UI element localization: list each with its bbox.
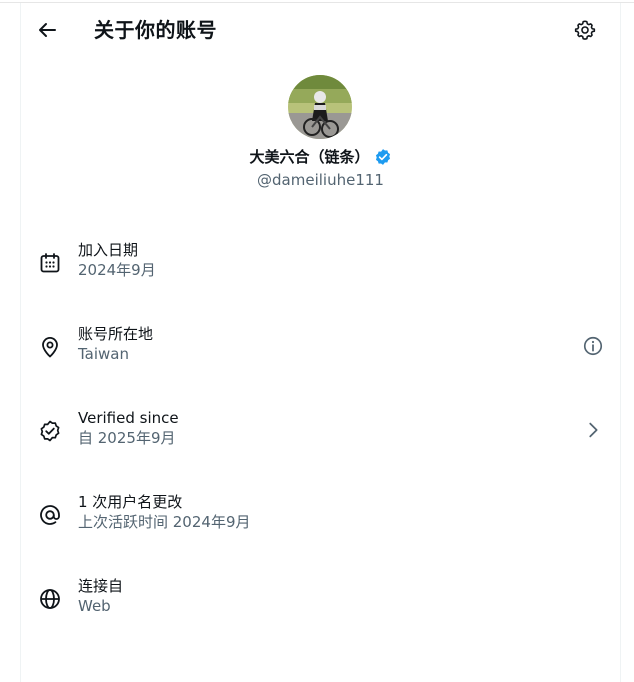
back-button[interactable] [35,18,59,42]
detail-row-connected-via: 连接自 Web [21,564,620,648]
arrow-left-icon [39,23,56,37]
detail-value: Taiwan [78,345,130,363]
detail-label: 连接自 [78,577,124,595]
detail-label: Verified since [78,409,179,427]
detail-label: 1 次用户名更改 [78,493,183,511]
avatar[interactable] [288,75,352,139]
detail-value: 2024年9月 [78,261,156,279]
at-sign-icon [40,505,60,525]
chevron-right-icon [589,422,598,438]
gear-icon [574,20,596,40]
detail-label: 账号所在地 [78,325,154,343]
verified-badge-icon [375,149,390,165]
detail-row-location: 账号所在地 Taiwan [21,312,620,396]
display-name: 大美六合（链条） [249,148,370,166]
verified-check-icon [40,420,60,442]
location-pin-icon [42,337,58,358]
detail-row-verified-since[interactable]: Verified since 自 2025年9月 [21,396,620,480]
detail-label: 加入日期 [78,241,139,259]
detail-row-username-changes: 1 次用户名更改 上次活跃时间 2024年9月 [21,480,620,564]
info-icon[interactable] [582,335,604,357]
detail-row-join-date: 加入日期 2024年9月 [21,228,620,312]
calendar-icon [40,253,60,273]
user-handle: @dameiliuhe111 [257,171,384,189]
settings-button[interactable] [574,19,596,41]
detail-value: Web [78,597,111,615]
detail-value: 上次活跃时间 2024年9月 [78,513,251,531]
avatar-image [288,75,352,139]
detail-value: 自 2025年9月 [78,429,176,447]
display-name-row: 大美六合（链条） [21,147,620,169]
about-account-panel: 关于你的账号 大美六合（链条） @dameiliuhe111 加入日期 2024… [20,3,621,682]
globe-icon [40,589,60,609]
header-bar: 关于你的账号 [21,3,620,57]
page-title: 关于你的账号 [94,18,217,42]
